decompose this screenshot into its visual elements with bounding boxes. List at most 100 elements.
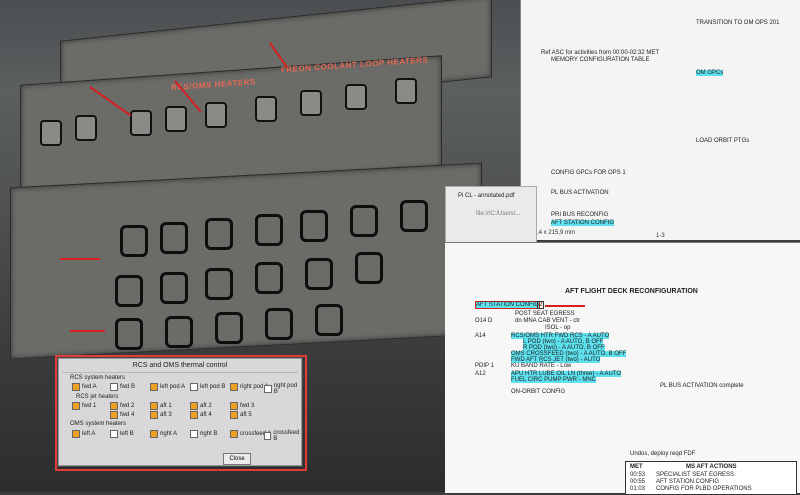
doc-text: LOAD ORBIT PTGs xyxy=(696,138,750,144)
checkbox[interactable] xyxy=(110,402,118,410)
heater-checkbox-option[interactable]: fwd 3 xyxy=(230,402,254,410)
heater-checkbox-option[interactable]: crossfeed B xyxy=(264,430,302,442)
doc-text: CONFIG GPCs FOR OPS 1 xyxy=(551,170,626,176)
checkbox-label: left B xyxy=(120,431,134,437)
heater-checkbox-option[interactable]: fwd 4 xyxy=(110,411,134,419)
doc-text: MEMORY CONFIGURATION TABLE xyxy=(551,57,650,63)
doc-text: PDIP 1 xyxy=(475,363,494,369)
heater-checkbox-option[interactable]: left A xyxy=(72,430,95,438)
heater-checkbox-option[interactable]: aft 5 xyxy=(230,411,252,419)
checkbox[interactable] xyxy=(230,402,238,410)
switch-guard[interactable] xyxy=(350,205,378,237)
tab-title[interactable]: Pi CL - annotated.pdf xyxy=(458,193,514,199)
heater-checkbox-option[interactable]: left pod B xyxy=(190,383,225,391)
heater-checkbox-option[interactable]: aft 2 xyxy=(190,402,212,410)
table-cell: CONFIG FOR PLBD OPERATIONS xyxy=(656,486,752,492)
toggle-switch[interactable] xyxy=(205,102,227,128)
toggle-switch[interactable] xyxy=(130,110,152,136)
checkbox[interactable] xyxy=(264,385,272,393)
heater-checkbox-option[interactable]: right B xyxy=(190,430,217,438)
checkbox[interactable] xyxy=(150,430,158,438)
table-cell: SPECIALIST SEAT EGRESS xyxy=(656,472,735,478)
checkbox[interactable] xyxy=(190,383,198,391)
checkbox-label: aft 3 xyxy=(160,412,172,418)
checkbox[interactable] xyxy=(150,411,158,419)
switch-guard[interactable] xyxy=(115,318,143,350)
group-label: RCS system heaters xyxy=(70,375,126,381)
table-header: MET xyxy=(630,464,643,470)
checkbox[interactable] xyxy=(110,430,118,438)
page-title: AFT FLIGHT DECK RECONFIGURATION xyxy=(565,288,698,295)
checkbox[interactable] xyxy=(72,402,80,410)
switch-guard[interactable] xyxy=(205,268,233,300)
doc-highlighted-text: FUEL CIRC PUMP PWR - MNC xyxy=(511,377,597,383)
switch-guard[interactable] xyxy=(120,225,148,257)
toggle-switch[interactable] xyxy=(40,120,62,146)
checkbox[interactable] xyxy=(150,402,158,410)
checkbox-label: fwd 4 xyxy=(120,412,135,418)
heater-checkbox-option[interactable]: right pod B xyxy=(264,383,302,395)
checkbox[interactable] xyxy=(230,430,238,438)
heater-checkbox-option[interactable]: fwd 2 xyxy=(110,402,134,410)
heater-checkbox-option[interactable]: aft 1 xyxy=(150,402,172,410)
heater-checkbox-option[interactable]: aft 3 xyxy=(150,411,172,419)
doc-text: Undos, deploy reqd FDF xyxy=(630,451,696,457)
switch-guard[interactable] xyxy=(315,304,343,336)
switch-guard[interactable] xyxy=(160,272,188,304)
switch-guard[interactable] xyxy=(355,252,383,284)
switch-guard[interactable] xyxy=(160,222,188,254)
switch-guard[interactable] xyxy=(115,275,143,307)
heater-checkbox-option[interactable]: left pod A xyxy=(150,383,185,391)
close-button[interactable]: Close xyxy=(223,453,251,465)
table-header: MS AFT ACTIONS xyxy=(686,464,737,470)
pdf-viewer-window[interactable]: Pi CL - annotated.pdf file:///C:/Users/.… xyxy=(445,186,537,244)
switch-guard[interactable] xyxy=(255,214,283,246)
switch-guard[interactable] xyxy=(400,200,428,232)
checkbox[interactable] xyxy=(110,383,118,391)
heater-checkbox-option[interactable]: right pod A xyxy=(230,383,269,391)
checkbox-label: left pod A xyxy=(160,384,186,390)
toggle-switch[interactable] xyxy=(395,78,417,104)
heater-checkbox-option[interactable]: fwd 1 xyxy=(72,402,96,410)
address-bar[interactable]: file:///C:/Users/... xyxy=(476,211,520,217)
heater-checkbox-option[interactable]: aft 4 xyxy=(190,411,212,419)
switch-guard[interactable] xyxy=(205,218,233,250)
heater-checkbox-option[interactable]: fwd A xyxy=(72,383,97,391)
toggle-switch[interactable] xyxy=(345,84,367,110)
heater-checkbox-option[interactable]: left B xyxy=(110,430,134,438)
ms-aft-actions-table: MET MS AFT ACTIONS 00:53 SPECIALIST SEAT… xyxy=(625,461,797,495)
checkbox[interactable] xyxy=(110,411,118,419)
doc-text: TRANSITION TO OM OPS 201 xyxy=(696,20,780,26)
doc-text: A12 xyxy=(475,371,486,377)
checkbox[interactable] xyxy=(72,383,80,391)
doc-highlighted-text: OM GPCs xyxy=(696,70,724,76)
switch-guard[interactable] xyxy=(215,312,243,344)
heater-checkbox-option[interactable]: right A xyxy=(150,430,177,438)
doc-text: POST SEAT EGRESS xyxy=(515,311,575,317)
checkbox[interactable] xyxy=(264,432,272,440)
section-number: 2 xyxy=(537,301,545,309)
switch-guard[interactable] xyxy=(255,262,283,294)
checkbox[interactable] xyxy=(72,430,80,438)
group-label: RCS jet heaters xyxy=(76,394,119,400)
heater-checkbox-option[interactable]: fwd B xyxy=(110,383,135,391)
toggle-switch[interactable] xyxy=(75,115,97,141)
doc-text: PRI BUS RECONFIG xyxy=(551,212,609,218)
checkbox-label: left A xyxy=(82,431,96,437)
toggle-switch[interactable] xyxy=(255,96,277,122)
checkbox[interactable] xyxy=(230,411,238,419)
switch-guard[interactable] xyxy=(165,316,193,348)
checkbox-label: right B xyxy=(200,431,218,437)
checkbox[interactable] xyxy=(150,383,158,391)
checkbox[interactable] xyxy=(190,402,198,410)
toggle-switch[interactable] xyxy=(300,90,322,116)
checkbox[interactable] xyxy=(190,430,198,438)
checkbox[interactable] xyxy=(230,383,238,391)
doc-text: ISOL - op xyxy=(545,325,571,331)
toggle-switch[interactable] xyxy=(165,106,187,132)
switch-guard[interactable] xyxy=(305,258,333,290)
doc-text: KU BAND RATE - Low xyxy=(511,363,572,369)
switch-guard[interactable] xyxy=(300,210,328,242)
checkbox[interactable] xyxy=(190,411,198,419)
switch-guard[interactable] xyxy=(265,308,293,340)
